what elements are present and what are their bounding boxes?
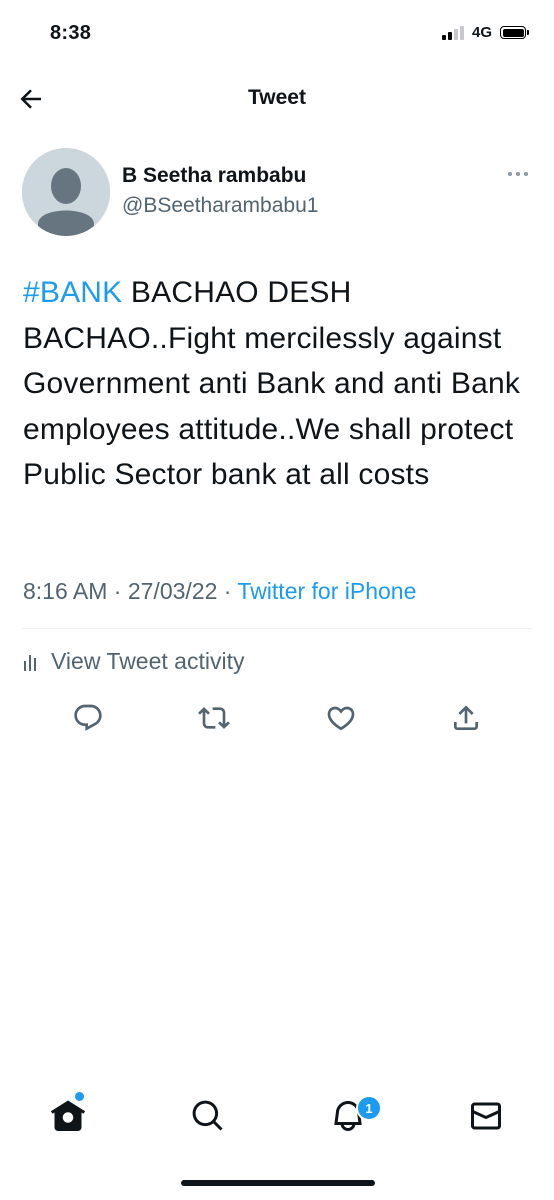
meta-separator: · (113, 578, 122, 604)
nav-home-button[interactable] (50, 1098, 86, 1134)
network-type: 4G (471, 24, 492, 41)
divider (22, 628, 532, 629)
home-indicator[interactable] (181, 1180, 375, 1186)
status-indicators: 4G (441, 24, 529, 41)
author-name[interactable]: B Seetha rambabu (122, 164, 306, 188)
view-tweet-activity-button[interactable]: View Tweet activity (23, 648, 244, 675)
tweet-source-link[interactable]: Twitter for iPhone (237, 578, 416, 604)
tweet-text: #BANK BACHAO DESH BACHAO..Fight merciles… (23, 270, 533, 498)
messages-icon (470, 1102, 501, 1130)
battery-icon (500, 26, 529, 39)
avatar[interactable] (22, 148, 110, 236)
default-avatar-icon (22, 148, 110, 236)
share-icon (454, 705, 478, 730)
share-button[interactable] (450, 702, 482, 734)
like-button[interactable] (325, 702, 357, 734)
more-options-button[interactable] (505, 166, 533, 182)
nav-search-button[interactable] (190, 1098, 226, 1134)
page-title: Tweet (248, 86, 306, 109)
cellular-signal-icon (441, 25, 464, 40)
analytics-icon (24, 654, 36, 671)
search-icon (192, 1100, 223, 1131)
home-icon (50, 1100, 86, 1131)
notification-badge: 1 (356, 1095, 382, 1121)
meta-separator: · (223, 578, 232, 604)
hashtag-link[interactable]: #BANK (23, 276, 122, 309)
home-unread-dot (75, 1092, 84, 1101)
status-time: 8:38 (50, 22, 92, 44)
author-handle[interactable]: @BSeetharambabu1 (122, 194, 318, 218)
like-icon (327, 706, 355, 731)
retweet-button[interactable] (198, 702, 230, 734)
nav-messages-button[interactable] (468, 1098, 504, 1134)
retweet-icon (198, 707, 230, 729)
tweet-meta: 8:16 AM · 27/03/22 · Twitter for iPhone (23, 578, 416, 605)
tweet-time: 8:16 AM (23, 578, 108, 604)
reply-icon (74, 704, 102, 731)
view-tweet-activity-label: View Tweet activity (51, 648, 245, 674)
reply-button[interactable] (72, 702, 104, 734)
more-horizontal-icon (508, 172, 528, 176)
tweet-date: 27/03/22 (127, 578, 218, 604)
